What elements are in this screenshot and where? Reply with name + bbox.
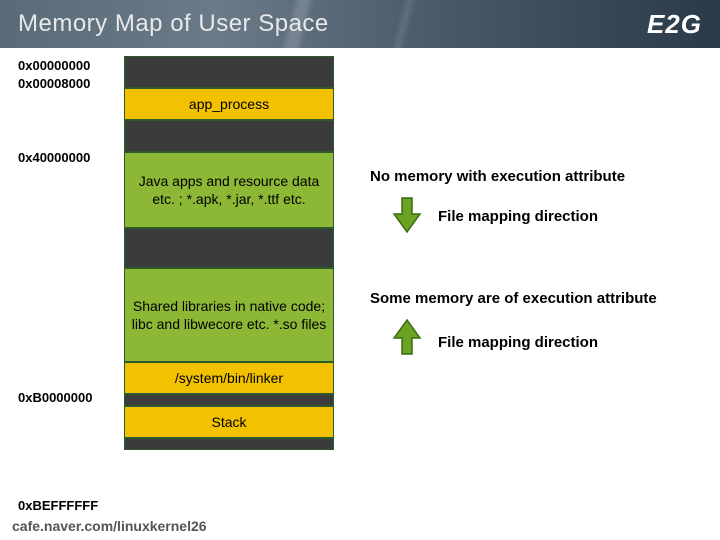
- logo-text: E2G: [647, 9, 702, 40]
- mem-block-reserved-top: [124, 56, 334, 88]
- address-label-0: 0x00000000: [18, 58, 90, 73]
- annotation-file-mapping-2: File mapping direction: [438, 334, 598, 351]
- mem-block-java-apps: Java apps and resource data etc. ; *.apk…: [124, 152, 334, 228]
- mem-block-stack: Stack: [124, 406, 334, 438]
- slide-header: Memory Map of User Space E2G: [0, 0, 720, 48]
- annotation-file-mapping-1: File mapping direction: [438, 208, 598, 225]
- mem-block-shared-libs: Shared libraries in native code; libc an…: [124, 268, 334, 362]
- annotation-some-exec: Some memory are of execution attribute: [370, 290, 657, 307]
- mem-block-gap-2: [124, 228, 334, 268]
- page-title: Memory Map of User Space: [18, 10, 329, 38]
- footer-url: cafe.naver.com/linuxkernel26: [12, 518, 207, 534]
- address-label-3: 0xB0000000: [18, 390, 92, 405]
- mem-block-app-process: app_process: [124, 88, 334, 120]
- arrow-up-icon: [392, 318, 422, 356]
- mem-block-gap-3: [124, 394, 334, 406]
- memory-column: app_process Java apps and resource data …: [124, 56, 334, 450]
- address-label-2: 0x40000000: [18, 150, 90, 165]
- mem-block-linker: /system/bin/linker: [124, 362, 334, 394]
- annotation-no-exec: No memory with execution attribute: [370, 168, 625, 185]
- arrow-down-icon: [392, 196, 422, 234]
- mem-block-gap-1: [124, 120, 334, 152]
- mem-block-gap-4: [124, 438, 334, 450]
- address-label-1: 0x00008000: [18, 76, 90, 91]
- address-label-4: 0xBEFFFFFF: [18, 498, 98, 513]
- diagram-content: 0x00000000 0x00008000 0x40000000 0xB0000…: [0, 48, 720, 62]
